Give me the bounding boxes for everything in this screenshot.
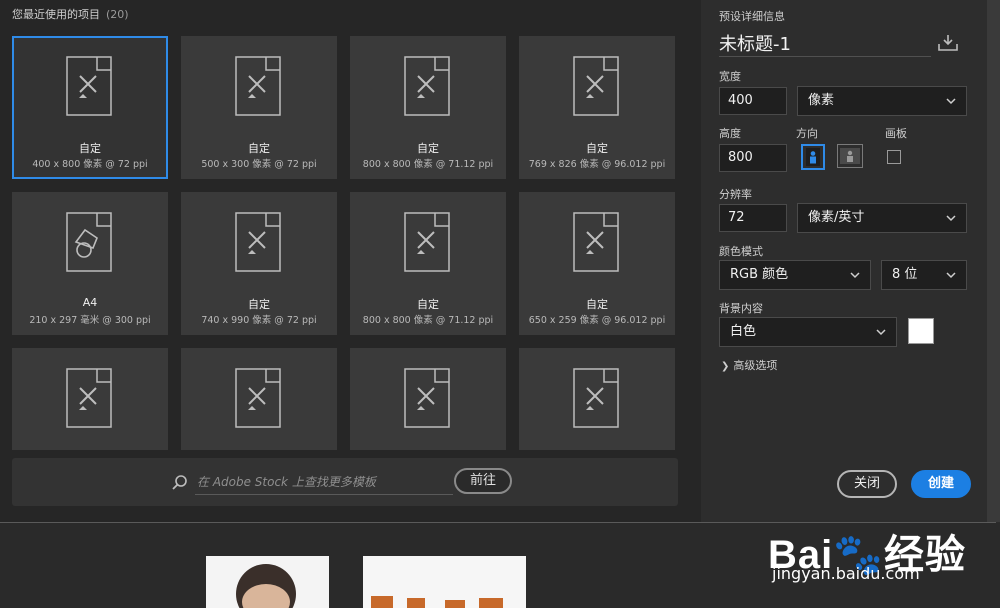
window-edge — [987, 0, 1000, 522]
resolution-unit-value: 像素/英寸 — [808, 210, 865, 225]
color-mode-value: RGB 颜色 — [730, 267, 789, 282]
chevron-right-icon: ❯ — [721, 361, 730, 372]
create-button[interactable]: 创建 — [911, 470, 971, 498]
background-color-swatch[interactable] — [908, 318, 934, 344]
width-unit-select[interactable]: 像素 — [797, 86, 967, 116]
document-pencil-icon — [66, 368, 112, 428]
document-pencil-icon — [573, 368, 619, 428]
background-photo-text — [363, 556, 526, 608]
stock-search-input[interactable] — [195, 470, 453, 495]
watermark-url: jingyan.baidu.com — [772, 564, 920, 583]
landscape-orientation-button[interactable] — [837, 144, 863, 168]
document-pencil-icon — [404, 368, 450, 428]
chevron-down-icon — [946, 98, 956, 105]
close-button[interactable]: 关闭 — [837, 470, 897, 498]
width-label: 宽度 — [719, 70, 741, 83]
bit-depth-select[interactable]: 8 位 — [881, 260, 967, 290]
height-input[interactable]: 800 — [719, 144, 787, 172]
background-label: 背景内容 — [719, 302, 763, 315]
tile-meta: 800 x 800 像素 @ 71.12 ppi — [362, 159, 494, 170]
document-pencil-icon — [235, 212, 281, 272]
document-pencil-icon — [235, 368, 281, 428]
recent-item-tile[interactable] — [519, 348, 675, 450]
document-pencil-icon — [404, 56, 450, 116]
recent-item-tile[interactable]: 自定 769 x 826 像素 @ 96.012 ppi — [519, 36, 675, 179]
save-preset-icon[interactable] — [937, 34, 959, 52]
artboard-label: 画板 — [885, 127, 907, 140]
chevron-down-icon — [946, 272, 956, 279]
stock-search-bar: 前往 — [12, 458, 678, 506]
recent-item-tile[interactable]: 自定 740 x 990 像素 @ 72 ppi — [181, 192, 337, 335]
tile-name: 自定 — [417, 298, 439, 311]
tile-name: A4 — [82, 296, 98, 309]
resolution-input[interactable]: 72 — [719, 204, 787, 232]
width-unit-value: 像素 — [808, 93, 835, 108]
text-photo-image — [371, 596, 503, 608]
recent-items-panel: 您最近使用的项目 (20) 自定 400 x 800 像素 @ 72 ppi 自定 50… — [0, 0, 690, 522]
preset-details-title: 预设详细信息 — [719, 10, 785, 23]
tile-name: 自定 — [586, 298, 608, 311]
recent-item-tile[interactable] — [12, 348, 168, 450]
document-pencil-icon — [235, 56, 281, 116]
artboard-checkbox[interactable] — [887, 150, 901, 164]
go-button[interactable]: 前往 — [454, 468, 512, 494]
recent-item-tile[interactable] — [181, 348, 337, 450]
preset-details-panel: 预设详细信息 未标题-1 宽度 400 像素 高度 方向 画板 800 分辨率 … — [701, 0, 987, 522]
color-mode-label: 颜色模式 — [719, 245, 763, 258]
portrait-icon — [806, 148, 820, 166]
advanced-options-toggle[interactable]: ❯ 高级选项 — [721, 357, 777, 373]
resolution-unit-select[interactable]: 像素/英寸 — [797, 203, 967, 233]
chevron-down-icon — [876, 329, 886, 336]
tile-meta: 650 x 259 像素 @ 96.012 ppi — [528, 315, 666, 326]
document-shapes-icon — [66, 212, 112, 272]
bit-depth-value: 8 位 — [892, 267, 918, 282]
tile-meta: 769 x 826 像素 @ 96.012 ppi — [528, 159, 666, 170]
recent-items-grid: 自定 400 x 800 像素 @ 72 ppi 自定 500 x 300 像素 @ … — [12, 36, 682, 450]
tile-name: 自定 — [417, 142, 439, 155]
advanced-options-label: 高级选项 — [733, 359, 778, 372]
chevron-down-icon — [850, 272, 860, 279]
document-pencil-icon — [573, 212, 619, 272]
landscape-icon — [840, 148, 860, 164]
recent-item-tile[interactable]: 自定 500 x 300 像素 @ 72 ppi — [181, 36, 337, 179]
recent-count: (20) — [106, 8, 129, 21]
tile-meta: 500 x 300 像素 @ 72 ppi — [201, 159, 317, 170]
recent-item-tile[interactable]: A4 210 x 297 毫米 @ 300 ppi — [12, 192, 168, 335]
search-icon — [172, 475, 187, 490]
baidu-watermark: Bai🐾经验 jingyan.baidu.com — [768, 500, 1000, 608]
tile-meta: 800 x 800 像素 @ 71.12 ppi — [362, 315, 494, 326]
recent-item-tile[interactable]: 自定 800 x 800 像素 @ 71.12 ppi — [350, 192, 506, 335]
recent-item-tile[interactable]: 自定 400 x 800 像素 @ 72 ppi — [12, 36, 168, 179]
tile-meta: 400 x 800 像素 @ 72 ppi — [32, 159, 148, 170]
document-pencil-icon — [66, 56, 112, 116]
recent-title-text: 您最近使用的项目 — [12, 8, 100, 21]
tile-meta: 210 x 297 毫米 @ 300 ppi — [29, 315, 151, 326]
document-pencil-icon — [573, 56, 619, 116]
recent-item-tile[interactable]: 自定 800 x 800 像素 @ 71.12 ppi — [350, 36, 506, 179]
portrait-photo-image — [236, 564, 296, 608]
chevron-down-icon — [946, 215, 956, 222]
color-mode-select[interactable]: RGB 颜色 — [719, 260, 871, 290]
height-label: 高度 — [719, 127, 741, 140]
portrait-orientation-button[interactable] — [801, 144, 825, 170]
recent-item-tile[interactable] — [350, 348, 506, 450]
background-photo-portrait — [206, 556, 329, 608]
background-value: 白色 — [730, 324, 757, 339]
recent-item-tile[interactable]: 自定 650 x 259 像素 @ 96.012 ppi — [519, 192, 675, 335]
width-input[interactable]: 400 — [719, 87, 787, 115]
recent-items-title: 您最近使用的项目 (20) — [12, 6, 129, 22]
new-document-dialog: 您最近使用的项目 (20) 自定 400 x 800 像素 @ 72 ppi 自定 50… — [0, 0, 996, 523]
resolution-label: 分辨率 — [719, 188, 752, 201]
tile-meta: 740 x 990 像素 @ 72 ppi — [201, 315, 317, 326]
tile-name: 自定 — [248, 298, 270, 311]
tile-name: 自定 — [586, 142, 608, 155]
background-select[interactable]: 白色 — [719, 317, 897, 347]
document-name-field[interactable]: 未标题-1 — [719, 30, 931, 57]
tile-name: 自定 — [79, 142, 101, 155]
orientation-label: 方向 — [796, 127, 818, 140]
tile-name: 自定 — [248, 142, 270, 155]
document-pencil-icon — [404, 212, 450, 272]
